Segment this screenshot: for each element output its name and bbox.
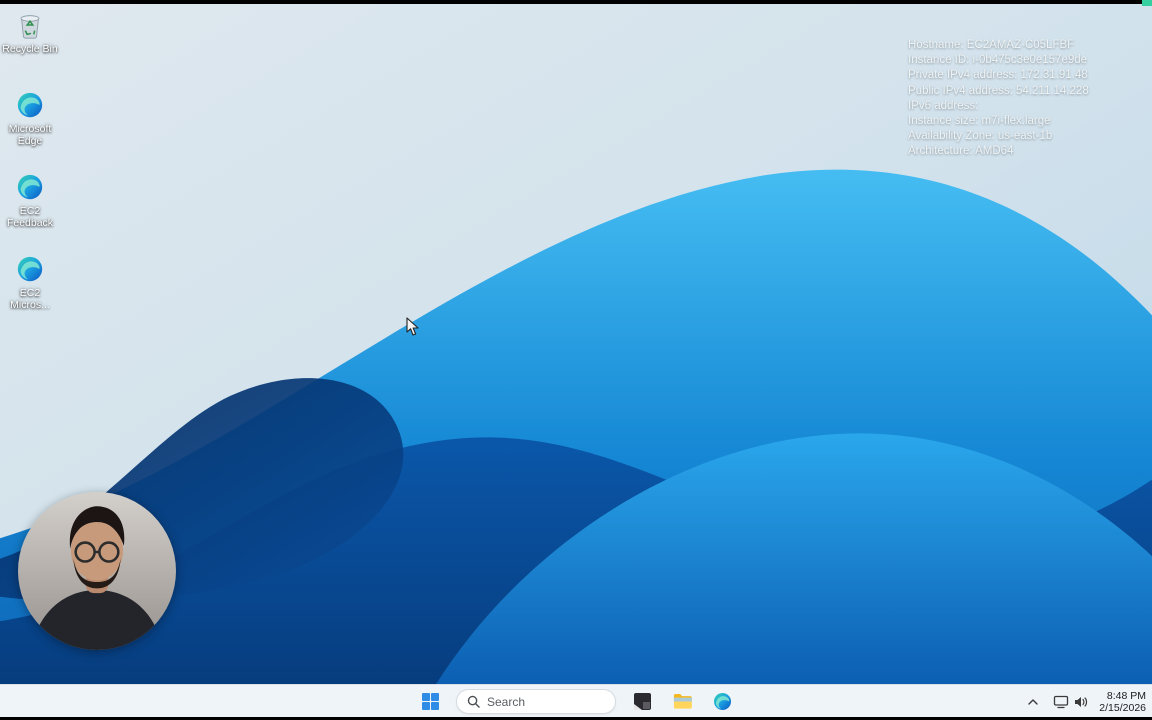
tray-status-icons[interactable] xyxy=(1053,695,1089,709)
edge-icon xyxy=(713,692,731,711)
tray-date: 2/15/2026 xyxy=(1099,701,1146,714)
info-private-ipv4: Private IPv4 address: 172.31.91.48 xyxy=(908,69,1088,82)
volume-icon xyxy=(1075,696,1088,707)
letterbox-top xyxy=(0,0,1152,4)
search-placeholder: Search xyxy=(487,694,526,709)
webcam-feed xyxy=(18,492,176,650)
edge-icon xyxy=(17,256,43,282)
tray-clock[interactable]: 8:48 PM 2/15/2026 xyxy=(1099,690,1146,714)
system-tray: 8:48 PM 2/15/2026 xyxy=(1023,685,1146,718)
recording-indicator xyxy=(1142,0,1152,6)
ec2-instance-info: Hostname: EC2AMAZ-C05LFBF Instance ID: i… xyxy=(908,38,1148,160)
windows-logo-icon xyxy=(421,693,439,710)
info-architecture: Architecture: AMD64 xyxy=(908,145,1014,158)
taskbar-app-dark-window[interactable] xyxy=(628,688,656,716)
desktop-icon-label: Microsoft Edge xyxy=(8,123,52,147)
taskbar-center-group: Search xyxy=(416,685,736,718)
info-az: Availability Zone: us-east-1b xyxy=(908,130,1053,143)
info-public-ipv4: Public IPv4 address: 54.211.14.228 xyxy=(908,84,1089,97)
network-icon xyxy=(1054,695,1069,708)
chevron-up-icon xyxy=(1028,698,1038,705)
tray-time: 8:48 PM xyxy=(1106,689,1146,702)
desktop-icon-ec2-microsoft[interactable]: EC2 Micros... xyxy=(1,254,59,311)
search-input[interactable]: Search xyxy=(456,689,616,714)
desktop-icon-ec2-feedback[interactable]: EC2 Feedback xyxy=(1,172,59,229)
desktop-icon-microsoft-edge[interactable]: Microsoft Edge xyxy=(1,90,59,147)
desktop-icon-label: Recycle Bin xyxy=(2,43,58,55)
info-hostname: Hostname: EC2AMAZ-C05LFBF xyxy=(908,39,1075,51)
desktop-icon-recycle-bin[interactable]: Recycle Bin xyxy=(1,10,59,55)
folder-icon xyxy=(673,694,692,709)
taskbar: Search 8:48 PM 2/15/2026 xyxy=(0,684,1152,717)
taskbar-app-file-explorer[interactable] xyxy=(668,688,696,716)
info-instance-size: Instance size: m7i-flex.large xyxy=(908,115,1051,128)
start-button[interactable] xyxy=(416,688,444,716)
desktop-icon-label: EC2 Feedback xyxy=(6,205,54,229)
edge-icon xyxy=(17,174,43,200)
webcam-overlay xyxy=(18,492,176,650)
info-instance-id: Instance ID: i-0b475c3e0e157e9de xyxy=(908,54,1088,67)
taskbar-app-edge[interactable] xyxy=(708,688,736,716)
edge-icon xyxy=(17,92,43,118)
search-icon xyxy=(467,695,480,708)
recycle-bin-icon xyxy=(20,15,40,39)
info-ipv6: IPv6 address: xyxy=(908,99,979,112)
dark-window-icon xyxy=(633,693,651,710)
desktop-icon-label: EC2 Micros... xyxy=(10,287,50,311)
tray-overflow-button[interactable] xyxy=(1023,688,1043,716)
